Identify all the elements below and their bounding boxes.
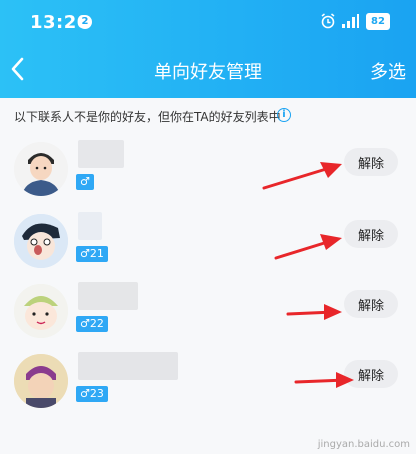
multi-select-button[interactable]: 多选 (370, 58, 406, 84)
avatar-illustration (14, 214, 68, 268)
contact-name-blurred (78, 282, 138, 310)
status-bar: 13:20 2 82 (0, 0, 416, 44)
arrow-annotation-2 (274, 234, 342, 260)
avatar-illustration (14, 142, 68, 196)
contact-name-blurred (78, 352, 178, 380)
arrow-annotation-4 (294, 372, 354, 388)
nav-bar: 单向好友管理 多选 (0, 44, 416, 96)
contact-list-area: 以下联系人不是你的好友，但你在TA的好友列表中 i ♂ 解除 ♂21 解除 ♂2… (0, 98, 416, 454)
battery-icon: 82 (366, 13, 390, 30)
avatar-illustration (14, 284, 68, 338)
notification-badge: 2 (78, 15, 92, 29)
avatar[interactable] (14, 214, 68, 268)
info-icon[interactable]: i (277, 108, 291, 122)
gender-age-badge: ♂22 (76, 316, 108, 332)
list-item[interactable]: ♂21 解除 (0, 208, 416, 276)
remove-button[interactable]: 解除 (344, 220, 398, 248)
app-header: 13:20 2 82 单向好友管理 多选 (0, 0, 416, 98)
page-title: 单向好友管理 (154, 62, 262, 83)
gender-age-badge: ♂ (76, 174, 94, 190)
list-item[interactable]: ♂22 解除 (0, 278, 416, 346)
contact-name-blurred (78, 140, 124, 168)
list-item[interactable]: ♂ 解除 (0, 136, 416, 204)
notice-text: 以下联系人不是你的好友，但你在TA的好友列表中 (14, 110, 281, 124)
alarm-icon (321, 13, 335, 29)
remove-button[interactable]: 解除 (344, 290, 398, 318)
avatar[interactable] (14, 284, 68, 338)
gender-age-badge: ♂23 (76, 386, 108, 402)
watermark: jingyan.baidu.com (317, 439, 410, 450)
arrow-annotation-3 (286, 304, 342, 320)
remove-button[interactable]: 解除 (344, 148, 398, 176)
signal-icon (342, 14, 359, 28)
gender-age-badge: ♂21 (76, 246, 108, 262)
avatar-illustration (14, 354, 68, 408)
avatar[interactable] (14, 142, 68, 196)
contact-name-blurred (78, 212, 102, 240)
avatar[interactable] (14, 354, 68, 408)
arrow-annotation-1 (262, 162, 342, 190)
